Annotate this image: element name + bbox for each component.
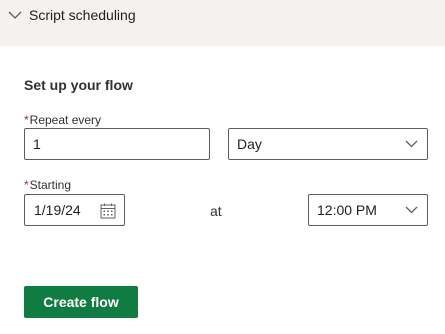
required-marker: *	[24, 113, 29, 127]
script-scheduling-header[interactable]: Script scheduling	[0, 0, 445, 32]
start-date-picker[interactable]: 1/19/24	[24, 194, 125, 226]
create-flow-button[interactable]: Create flow	[24, 286, 138, 318]
repeat-unit-dropdown[interactable]: Day	[228, 128, 428, 160]
chevron-down-icon	[8, 11, 22, 19]
starting-label: *Starting	[24, 178, 71, 192]
at-label: at	[210, 203, 222, 219]
repeat-every-label-text: Repeat every	[29, 113, 102, 127]
required-marker: *	[24, 178, 29, 192]
calendar-icon	[100, 203, 116, 219]
repeat-unit-value: Day	[237, 136, 262, 152]
chevron-down-icon	[405, 140, 418, 148]
starting-label-text: Starting	[29, 178, 72, 192]
repeat-every-label: *Repeat every	[24, 113, 101, 127]
repeat-interval-input[interactable]	[24, 128, 210, 160]
section-title: Script scheduling	[29, 7, 136, 23]
start-time-value: 12:00 PM	[317, 202, 377, 218]
chevron-down-icon	[405, 206, 418, 214]
start-time-dropdown[interactable]: 12:00 PM	[308, 194, 428, 226]
flow-heading: Set up your flow	[24, 77, 133, 93]
start-date-value: 1/19/24	[34, 202, 81, 218]
flow-setup-panel: Set up your flow *Repeat every Day *Star…	[0, 46, 445, 334]
